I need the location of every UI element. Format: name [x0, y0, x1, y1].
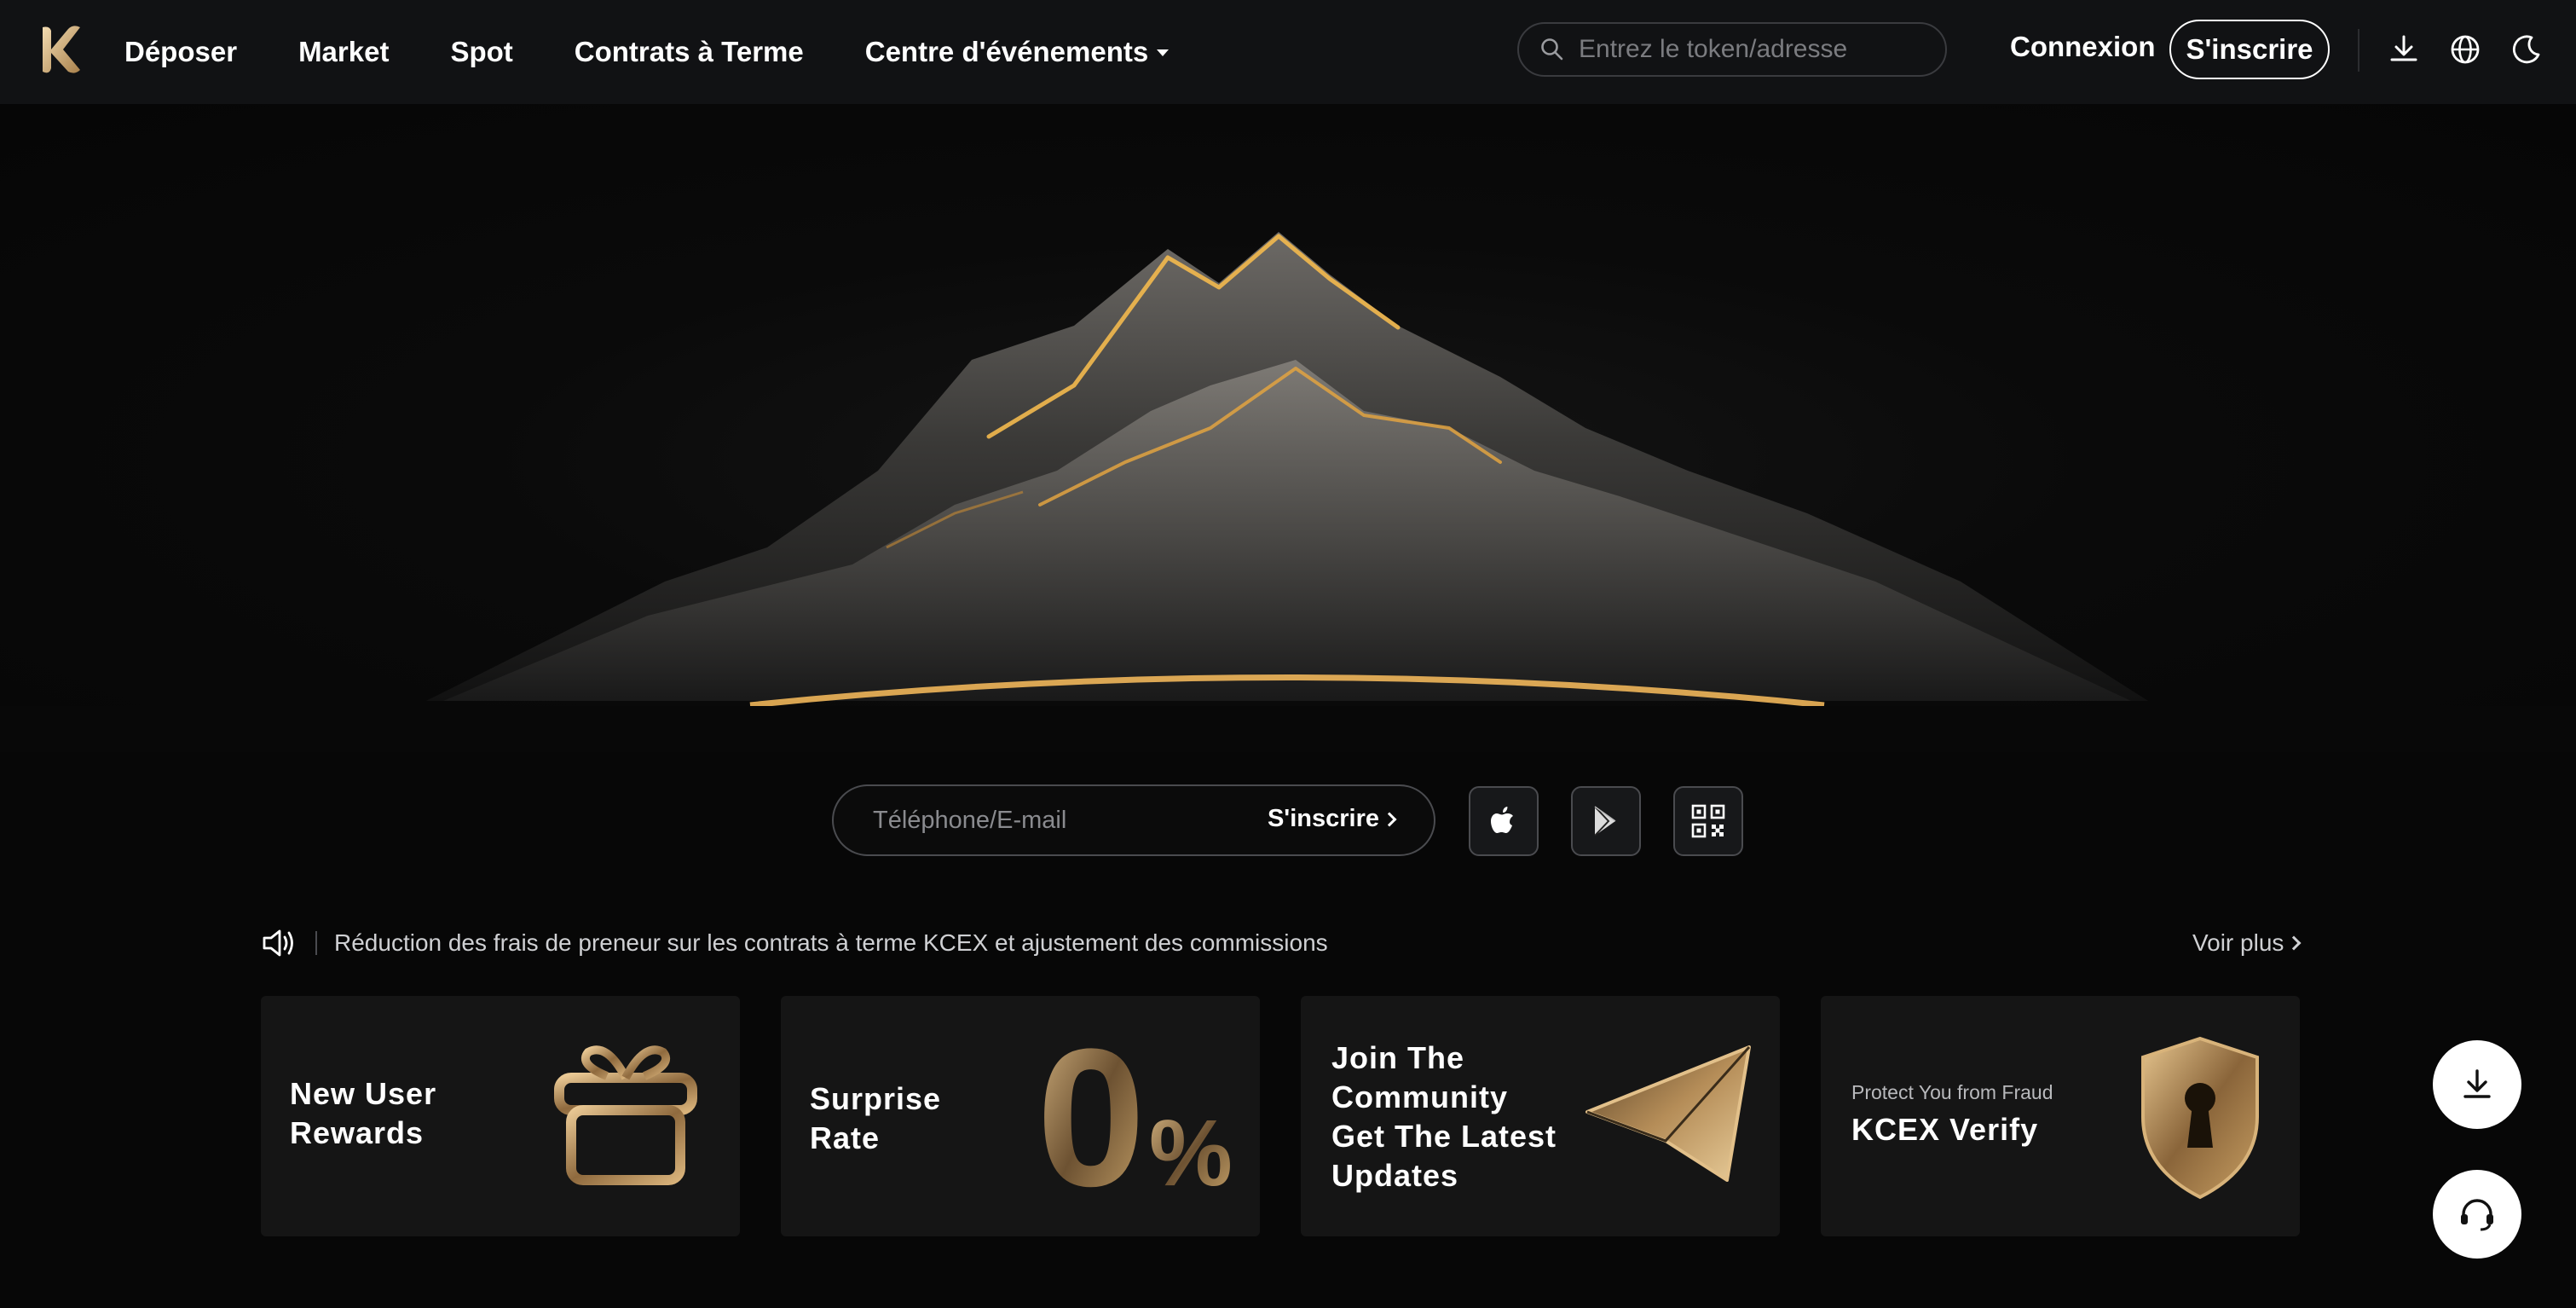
card-join-community[interactable]: Join The Community Get The Latest Update… [1301, 996, 1780, 1236]
kcex-logo-icon[interactable] [38, 24, 85, 75]
nav-label: Centre d'événements [864, 36, 1149, 67]
header-divider [2358, 29, 2359, 72]
card-subtitle: Protect You from Fraud [1851, 1081, 2053, 1103]
golden-mountain-illustration [0, 232, 2576, 752]
nav-spot[interactable]: Spot [450, 36, 512, 68]
chevron-right-icon [2286, 935, 2302, 951]
hero-banner [0, 104, 2576, 752]
announcement-text[interactable]: Réduction des frais de preneur sur les c… [334, 929, 1328, 957]
nav-events[interactable]: Centre d'événements [864, 36, 1170, 68]
nav-label: Market [298, 36, 390, 67]
svg-text:%: % [1149, 1101, 1233, 1201]
quick-signup-form: S'inscrire [832, 784, 1435, 856]
apple-icon [1491, 807, 1513, 833]
submit-label: S'inscrire [1267, 805, 1379, 832]
qr-code-button[interactable] [1673, 786, 1743, 856]
signup-button[interactable]: S'inscrire [2169, 20, 2330, 79]
phone-email-input[interactable] [873, 806, 1248, 835]
nav-futures[interactable]: Contrats à Terme [575, 36, 804, 68]
announcement-bar: Réduction des frais de preneur sur les c… [261, 924, 2307, 962]
zero-percent-icon: 0 % [1037, 1039, 1233, 1201]
svg-text:0: 0 [1037, 1039, 1146, 1201]
see-more-link[interactable]: Voir plus [2192, 929, 2302, 957]
qr-code-icon [1691, 804, 1725, 838]
card-title: Join The Community Get The Latest Update… [1331, 1040, 1557, 1193]
google-play-button[interactable] [1571, 786, 1641, 856]
floating-support-button[interactable] [2433, 1170, 2521, 1259]
speaker-icon [263, 929, 293, 957]
floating-download-button[interactable] [2433, 1040, 2521, 1129]
download-icon [2463, 1069, 2491, 1098]
announcement-separator [315, 931, 317, 955]
search-input[interactable] [1579, 35, 1937, 64]
nav-label: Déposer [124, 36, 238, 67]
login-link[interactable]: Connexion [2010, 31, 2156, 63]
card-kcex-verify[interactable]: Protect You from Fraud KCEX Verify [1821, 996, 2300, 1236]
card-new-user-rewards[interactable]: New User Rewards [261, 996, 740, 1236]
headset-icon [2461, 1199, 2493, 1231]
nav-deposit[interactable]: Déposer [124, 36, 237, 68]
card-surprise-rate[interactable]: Surprise Rate 0 % [781, 996, 1260, 1236]
chevron-right-icon [1382, 812, 1397, 826]
card-title: KCEX Verify [1851, 1112, 2039, 1147]
download-icon[interactable] [2387, 32, 2421, 67]
card-title: New User Rewards [290, 1076, 437, 1150]
card-title: Surprise Rate [810, 1081, 942, 1155]
telegram-icon [1585, 1045, 1751, 1182]
google-play-icon [1594, 806, 1616, 836]
nav-label: Contrats à Terme [574, 36, 804, 67]
top-navbar: Déposer Market Spot Contrats à Terme Cen… [0, 0, 2576, 104]
moon-icon[interactable] [2510, 32, 2544, 67]
see-more-label: Voir plus [2192, 929, 2284, 956]
app-store-button[interactable] [1469, 786, 1539, 856]
quick-signup-submit[interactable]: S'inscrire [1267, 805, 1397, 833]
shield-keyhole-icon [2141, 1036, 2259, 1200]
main-nav: Déposer Market Spot Contrats à Terme Cen… [124, 0, 1230, 104]
caret-down-icon [1157, 49, 1170, 56]
token-search[interactable] [1517, 22, 1947, 77]
gift-icon [554, 1045, 697, 1185]
nav-market[interactable]: Market [298, 36, 389, 68]
nav-label: Spot [450, 36, 513, 67]
globe-icon[interactable] [2448, 32, 2482, 67]
search-icon [1541, 38, 1563, 61]
